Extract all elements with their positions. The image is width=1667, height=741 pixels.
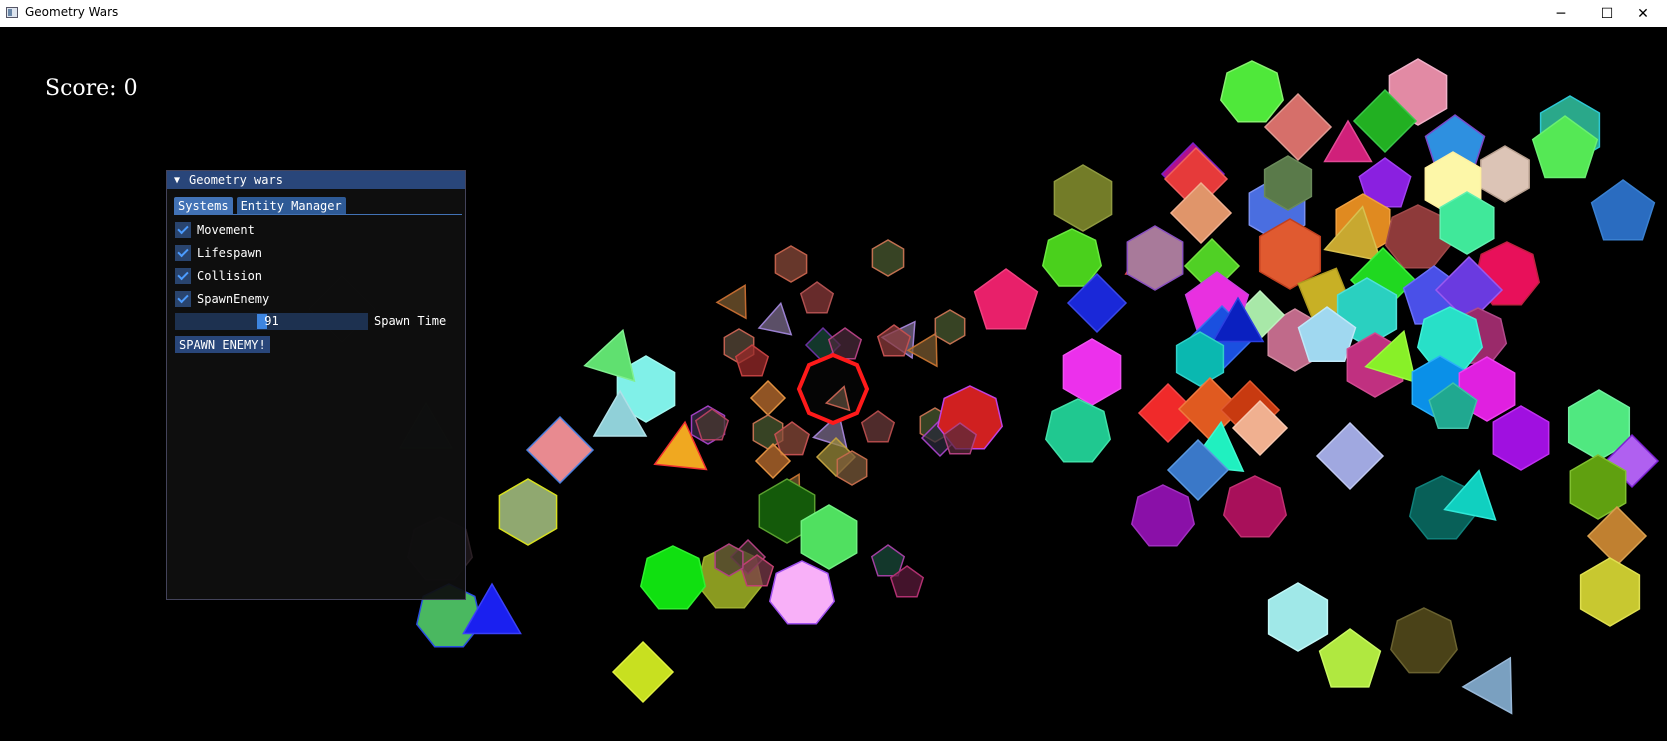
enemy-shape [583,328,636,383]
lifespawn-label: Lifespawn [197,246,263,260]
movement-checkbox-row[interactable]: Movement [175,222,255,238]
enemy-shape [860,410,896,443]
enemy-shape [799,281,835,314]
enemy-shape [1222,475,1288,538]
enemy-shape [714,543,744,577]
collapse-triangle-icon[interactable]: ▼ [174,175,180,186]
spawn-time-slider[interactable]: 91 [175,313,368,330]
enemy-shape [871,239,905,277]
window-title-bar[interactable]: Geometry Wars ─ ☐ ✕ [0,0,1667,28]
maximize-icon: ☐ [1600,5,1614,22]
spawnenemy-label: SpawnEnemy [197,292,270,306]
window-title: Geometry Wars [25,5,119,19]
close-button[interactable]: ✕ [1620,0,1666,27]
enemy-shape [973,268,1039,330]
tab-entity-manager[interactable]: Entity Manager [236,197,346,214]
check-icon [177,245,189,258]
enemy-shape [611,640,675,704]
enemy-shape [525,415,595,485]
enemy-shape [1044,398,1112,463]
panel-title: Geometry wars [189,173,283,187]
collision-label: Collision [197,269,263,283]
check-icon [177,222,189,235]
enemy-shape [836,450,868,486]
check-icon [177,291,189,304]
enemy-shape [1480,145,1530,203]
enemy-shape [1315,421,1385,491]
spawnenemy-checkbox[interactable] [175,291,191,307]
game-canvas[interactable]: Score: 0 ▼ Geometry wars Systems Entity M… [0,27,1667,741]
enemy-shape [715,283,747,320]
minimize-icon: ─ [1556,5,1566,22]
lifespawn-checkbox[interactable] [175,245,191,261]
score-label: Score: [45,76,117,101]
spawn-time-value: 91 [264,314,279,328]
enemy-shape [1062,338,1122,406]
enemy-shape [757,301,793,336]
enemy-shape [934,309,966,345]
movement-checkbox[interactable] [175,222,191,238]
enemy-shape [1126,225,1184,291]
enemy-shape [796,352,870,426]
app-icon [6,7,18,18]
enemy-shape [1590,179,1656,241]
enemy-shape [1579,557,1641,627]
close-icon: ✕ [1637,5,1649,22]
enemy-shape [1267,582,1329,652]
spawn-time-label: Spawn Time [374,314,447,328]
tab-systems[interactable]: Systems [174,197,233,214]
enemy-shape [774,245,808,283]
enemy-shape [1492,405,1550,471]
enemy-shape [639,545,707,610]
enemy-shape [498,478,558,546]
enemy-shape [1041,228,1103,287]
check-icon [177,268,189,281]
enemy-shape [1219,60,1285,123]
collision-checkbox-row[interactable]: Collision [175,268,262,284]
spawnenemy-checkbox-row[interactable]: SpawnEnemy [175,291,269,307]
panel-header[interactable]: ▼ Geometry wars [167,171,465,189]
minimize-button[interactable]: ─ [1538,0,1584,27]
score-display: Score: 0 [45,76,145,101]
spawn-enemy-button[interactable]: SPAWN ENEMY! [175,336,270,353]
enemy-shape [1130,484,1196,547]
geometry-wars-panel[interactable]: ▼ Geometry wars Systems Entity Manager M… [166,170,466,600]
enemy-shape [1461,656,1513,715]
score-value: 0 [123,76,138,101]
tab-underline [174,214,462,215]
movement-label: Movement [197,223,255,237]
enemy-shape [1318,628,1382,688]
collision-checkbox[interactable] [175,268,191,284]
lifespawn-checkbox-row[interactable]: Lifespawn [175,245,262,261]
enemy-shape [1053,164,1113,232]
enemy-shape [749,379,787,417]
enemy-shape [768,560,836,625]
enemy-shape [1390,607,1458,674]
tab-bar: Systems Entity Manager [174,197,350,214]
